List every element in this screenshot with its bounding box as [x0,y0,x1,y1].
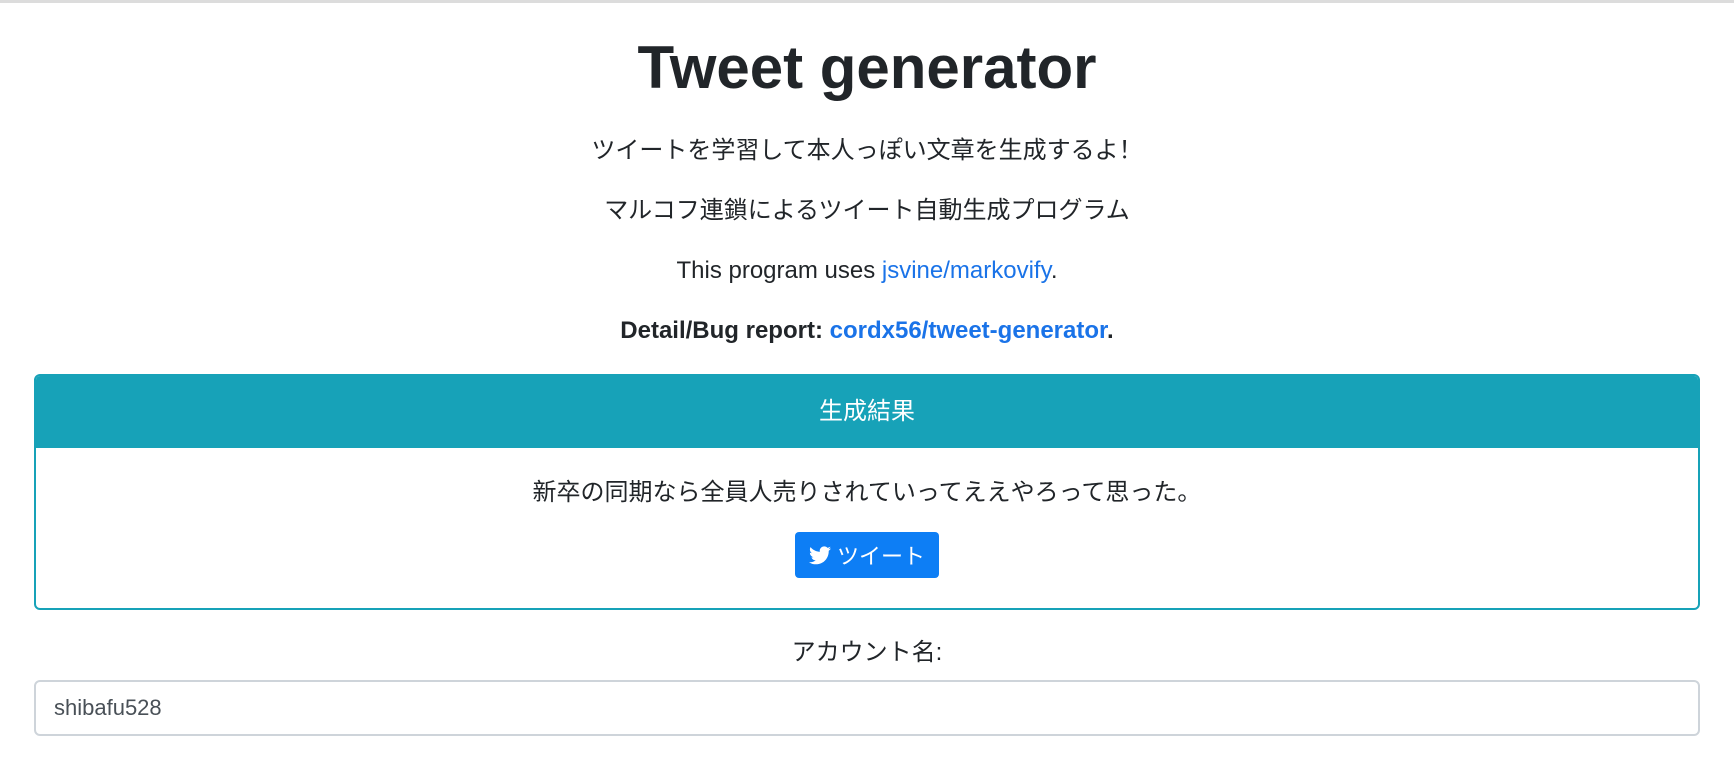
repo-link[interactable]: cordx56/tweet-generator [830,317,1107,344]
uses-prefix: This program uses [676,257,882,284]
account-form-group: アカウント名: [34,638,1700,736]
subtitle-markov: マルコフ連鎖によるツイート自動生成プログラム [604,197,1130,224]
detail-prefix: Detail/Bug report: [620,317,830,344]
markovify-link[interactable]: jsvine/markovify [882,257,1051,284]
result-card-header: 生成結果 [36,376,1698,448]
result-card: 生成結果 新卒の同期なら全員人売りされていってええやろって思った。 ツイート [34,374,1700,610]
tweet-button[interactable]: ツイート [794,532,939,578]
account-name-label: アカウント名: [791,639,943,666]
top-divider [0,0,1734,3]
uses-suffix: . [1050,257,1058,284]
main-container: Tweet generator ツイートを学習して本人っぽい文章を生成するよ！ … [34,29,1700,736]
detail-suffix: . [1107,317,1114,344]
detail-line: Detail/Bug report: cordx56/tweet-generat… [34,316,1700,346]
subtitle-learning: ツイートを学習して本人っぽい文章を生成するよ！ [591,137,1143,164]
twitter-bird-icon [808,545,831,565]
page-title: Tweet generator [637,34,1097,101]
uses-line: This program uses jsvine/markovify. [34,256,1700,286]
result-card-body: 新卒の同期なら全員人売りされていってええやろって思った。 ツイート [36,448,1698,608]
generated-tweet-text: 新卒の同期なら全員人売りされていってええやろって思った。 [532,479,1202,506]
tweet-button-label: ツイート [836,544,925,569]
account-name-input[interactable] [34,680,1700,736]
